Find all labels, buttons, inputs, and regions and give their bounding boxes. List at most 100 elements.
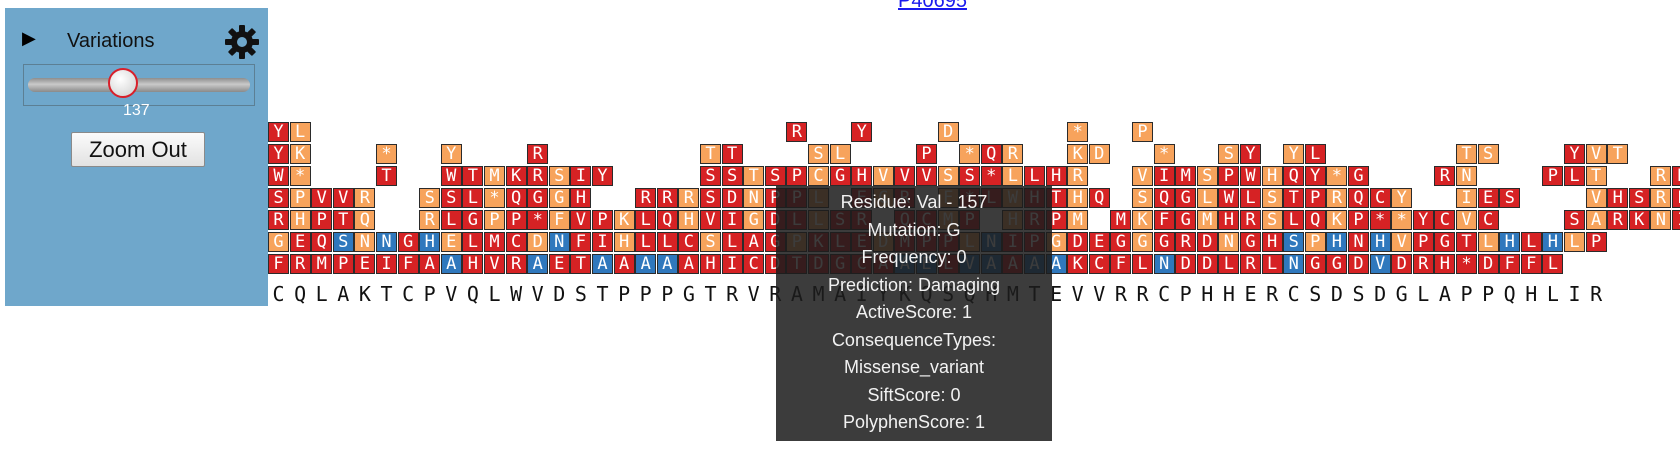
variant-cell[interactable]: G [743, 210, 765, 230]
variant-cell[interactable]: L [1564, 166, 1585, 186]
variant-cell[interactable]: N [1153, 254, 1175, 274]
variant-cell[interactable]: A [613, 254, 635, 274]
variant-cell[interactable]: G [1434, 232, 1456, 252]
variant-cell[interactable]: W [1240, 166, 1261, 186]
variant-cell[interactable]: H [1326, 232, 1348, 252]
variant-cell[interactable]: D [1391, 254, 1413, 274]
variant-cell[interactable]: P [505, 210, 527, 230]
variant-cell[interactable]: R [354, 188, 376, 208]
variant-cell[interactable]: M [1196, 210, 1218, 230]
variant-cell[interactable]: V [1132, 166, 1153, 186]
variant-cell[interactable]: D [1477, 254, 1499, 274]
variant-cell[interactable]: E [440, 232, 462, 252]
variant-cell[interactable]: R [1650, 188, 1672, 208]
variant-cell[interactable]: T [462, 166, 484, 186]
variant-cell[interactable]: T [743, 166, 765, 186]
variant-cell[interactable]: S [1261, 210, 1283, 230]
variant-cell[interactable]: R [1002, 144, 1024, 164]
variant-cell[interactable]: R [1240, 210, 1261, 230]
variant-cell[interactable]: L [1218, 254, 1240, 274]
variant-cell[interactable]: A [743, 232, 765, 252]
variant-cell[interactable]: G [397, 232, 419, 252]
variant-cell[interactable]: S [268, 188, 289, 208]
variant-cell[interactable]: V [1369, 254, 1391, 274]
expand-toggle-icon[interactable]: ▶ [22, 28, 36, 49]
variant-cell[interactable]: R [1650, 166, 1672, 186]
variant-cell[interactable]: C [1369, 188, 1391, 208]
variant-cell[interactable]: S [1132, 188, 1153, 208]
variant-cell[interactable]: * [289, 166, 311, 186]
variant-cell[interactable]: W [268, 166, 289, 186]
variant-cell[interactable]: K [1326, 210, 1348, 230]
variant-cell[interactable]: L [1132, 254, 1153, 274]
variant-cell[interactable]: * [376, 144, 397, 164]
variant-cell[interactable]: K [505, 166, 527, 186]
variant-cell[interactable]: V [894, 166, 916, 186]
variant-cell[interactable]: T [376, 166, 397, 186]
variant-cell[interactable]: Q [1088, 188, 1110, 208]
variant-cell[interactable]: N [354, 232, 376, 252]
variant-cell[interactable]: C [743, 254, 765, 274]
variant-cell[interactable]: V [700, 210, 721, 230]
variant-cell[interactable]: * [1456, 254, 1477, 274]
variant-cell[interactable]: A [527, 254, 549, 274]
variant-cell[interactable]: T [721, 144, 743, 164]
variant-cell[interactable]: T [1607, 144, 1629, 164]
variant-cell[interactable]: H [1261, 166, 1283, 186]
variant-cell[interactable]: R [1434, 166, 1456, 186]
variant-cell[interactable]: Q [311, 232, 333, 252]
variant-cell[interactable]: M [1175, 166, 1197, 186]
variant-cell[interactable]: * [484, 188, 505, 208]
variant-cell[interactable]: R [656, 188, 678, 208]
variant-cell[interactable]: D [1067, 232, 1089, 252]
variant-cell[interactable]: L [656, 232, 678, 252]
variant-cell[interactable]: H [700, 254, 721, 274]
variant-cell[interactable]: * [1153, 144, 1175, 164]
variant-cell[interactable]: I [1153, 166, 1175, 186]
variant-cell[interactable]: S [700, 188, 721, 208]
variant-cell[interactable]: N [1348, 232, 1369, 252]
variant-cell[interactable]: M [484, 166, 505, 186]
variant-cell[interactable]: E [289, 232, 311, 252]
variant-cell[interactable]: P [1132, 122, 1153, 142]
variant-cell[interactable]: R [1672, 166, 1680, 186]
variant-cell[interactable]: Q [1283, 166, 1305, 186]
variant-cell[interactable]: V [872, 166, 894, 186]
variant-cell[interactable]: R [678, 188, 700, 208]
variant-cell[interactable]: * [527, 210, 549, 230]
variant-cell[interactable]: Y [1564, 144, 1585, 164]
variant-cell[interactable]: I [570, 166, 592, 186]
variant-cell[interactable]: I [592, 232, 613, 252]
variant-cell[interactable]: V [1391, 232, 1413, 252]
variant-cell[interactable]: C [1088, 254, 1110, 274]
variant-cell[interactable]: Y [268, 122, 289, 142]
variant-cell[interactable]: H [1218, 210, 1240, 230]
variant-cell[interactable]: V [916, 166, 937, 186]
variant-cell[interactable]: P [916, 144, 937, 164]
variant-cell[interactable]: E [1088, 232, 1110, 252]
variant-cell[interactable]: * [1391, 210, 1413, 230]
variant-cell[interactable]: L [1261, 254, 1283, 274]
variant-cell[interactable]: S [1283, 232, 1305, 252]
variant-cell[interactable]: P [332, 254, 354, 274]
variant-cell[interactable]: P [1348, 210, 1369, 230]
variant-cell[interactable]: E [354, 254, 376, 274]
variant-cell[interactable]: A [678, 254, 700, 274]
variant-cell[interactable]: D [721, 188, 743, 208]
variant-cell[interactable]: N [1283, 254, 1305, 274]
variant-cell[interactable]: L [462, 232, 484, 252]
variant-cell[interactable]: P [1218, 166, 1240, 186]
variant-cell[interactable]: D [1196, 254, 1218, 274]
variant-cell[interactable]: N [1218, 232, 1240, 252]
variant-cell[interactable]: D [1175, 254, 1197, 274]
variant-cell[interactable]: G [1132, 232, 1153, 252]
variant-cell[interactable]: N [1456, 166, 1477, 186]
variant-cell[interactable]: P [289, 188, 311, 208]
variant-cell[interactable]: L [635, 232, 657, 252]
variant-cell[interactable]: P [1672, 188, 1680, 208]
variant-cell[interactable]: G [1304, 254, 1326, 274]
variant-cell[interactable]: R [635, 188, 657, 208]
variant-cell[interactable]: F [268, 254, 289, 274]
variant-cell[interactable]: L [462, 188, 484, 208]
variant-cell[interactable]: G [1175, 210, 1197, 230]
